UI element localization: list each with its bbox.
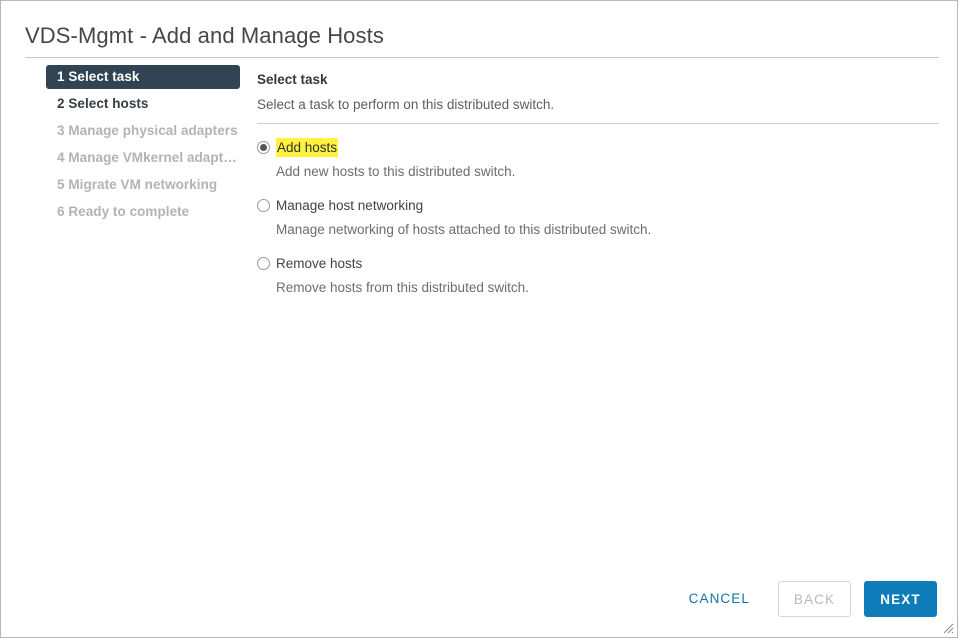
wizard-footer: CANCEL BACK NEXT: [675, 581, 937, 617]
task-option[interactable]: Remove hosts Remove hosts from this distr…: [257, 254, 939, 297]
task-option-row[interactable]: Remove hosts: [257, 254, 939, 272]
task-option[interactable]: Add hosts Add new hosts to this distribut…: [257, 137, 939, 181]
sidebar-step-5: 5 Migrate VM networking: [57, 177, 218, 192]
radio-button-icon[interactable]: [257, 198, 270, 212]
task-option-row[interactable]: Manage host networking: [257, 196, 939, 214]
back-button: BACK: [778, 581, 851, 617]
task-radio-group: Add hosts Add new hosts to this distribut…: [257, 137, 939, 297]
task-option-label: Manage host networking: [276, 197, 424, 213]
sidebar-step-2[interactable]: 2 Select hosts: [46, 92, 240, 116]
radio-button-icon[interactable]: [257, 140, 270, 154]
task-option-label: Add hosts: [276, 137, 339, 157]
title-divider: [25, 57, 939, 58]
cancel-button[interactable]: CANCEL: [675, 583, 764, 615]
task-option[interactable]: Manage host networking Manage networking …: [257, 196, 939, 239]
pane-divider: [257, 123, 939, 124]
next-button[interactable]: NEXT: [864, 581, 937, 617]
pane-title: Select task: [257, 72, 328, 87]
task-option-label: Remove hosts: [276, 255, 363, 271]
sidebar-step-1[interactable]: 1 Select task: [46, 65, 240, 89]
resize-grip-icon[interactable]: [942, 622, 954, 634]
task-option-description: Remove hosts from this distributed switc…: [276, 280, 529, 295]
task-option-description: Add new hosts to this distributed switch…: [276, 164, 516, 179]
sidebar-step-6: 6 Ready to complete: [57, 204, 190, 219]
wizard-header: VDS-Mgmt - Add and Manage Hosts: [25, 21, 939, 58]
radio-button-icon[interactable]: [257, 256, 270, 270]
wizard-step-nav: 1 Select task 2 Select hosts 3 Manage phys…: [46, 65, 240, 227]
page-title: VDS-Mgmt - Add and Manage Hosts: [25, 23, 384, 48]
task-option-description: Manage networking of hosts attached to t…: [276, 222, 652, 237]
wizard-content-pane: Select task Select a task to perform on …: [257, 71, 939, 312]
sidebar-step-3: 3 Manage physical adapters: [57, 123, 238, 138]
sidebar-step-4: 4 Manage VMkernel adapt…: [57, 150, 237, 165]
add-manage-hosts-wizard: VDS-Mgmt - Add and Manage Hosts 1 Select…: [0, 0, 958, 638]
task-option-row[interactable]: Add hosts: [257, 137, 939, 157]
pane-subtitle: Select a task to perform on this distrib…: [257, 97, 555, 112]
